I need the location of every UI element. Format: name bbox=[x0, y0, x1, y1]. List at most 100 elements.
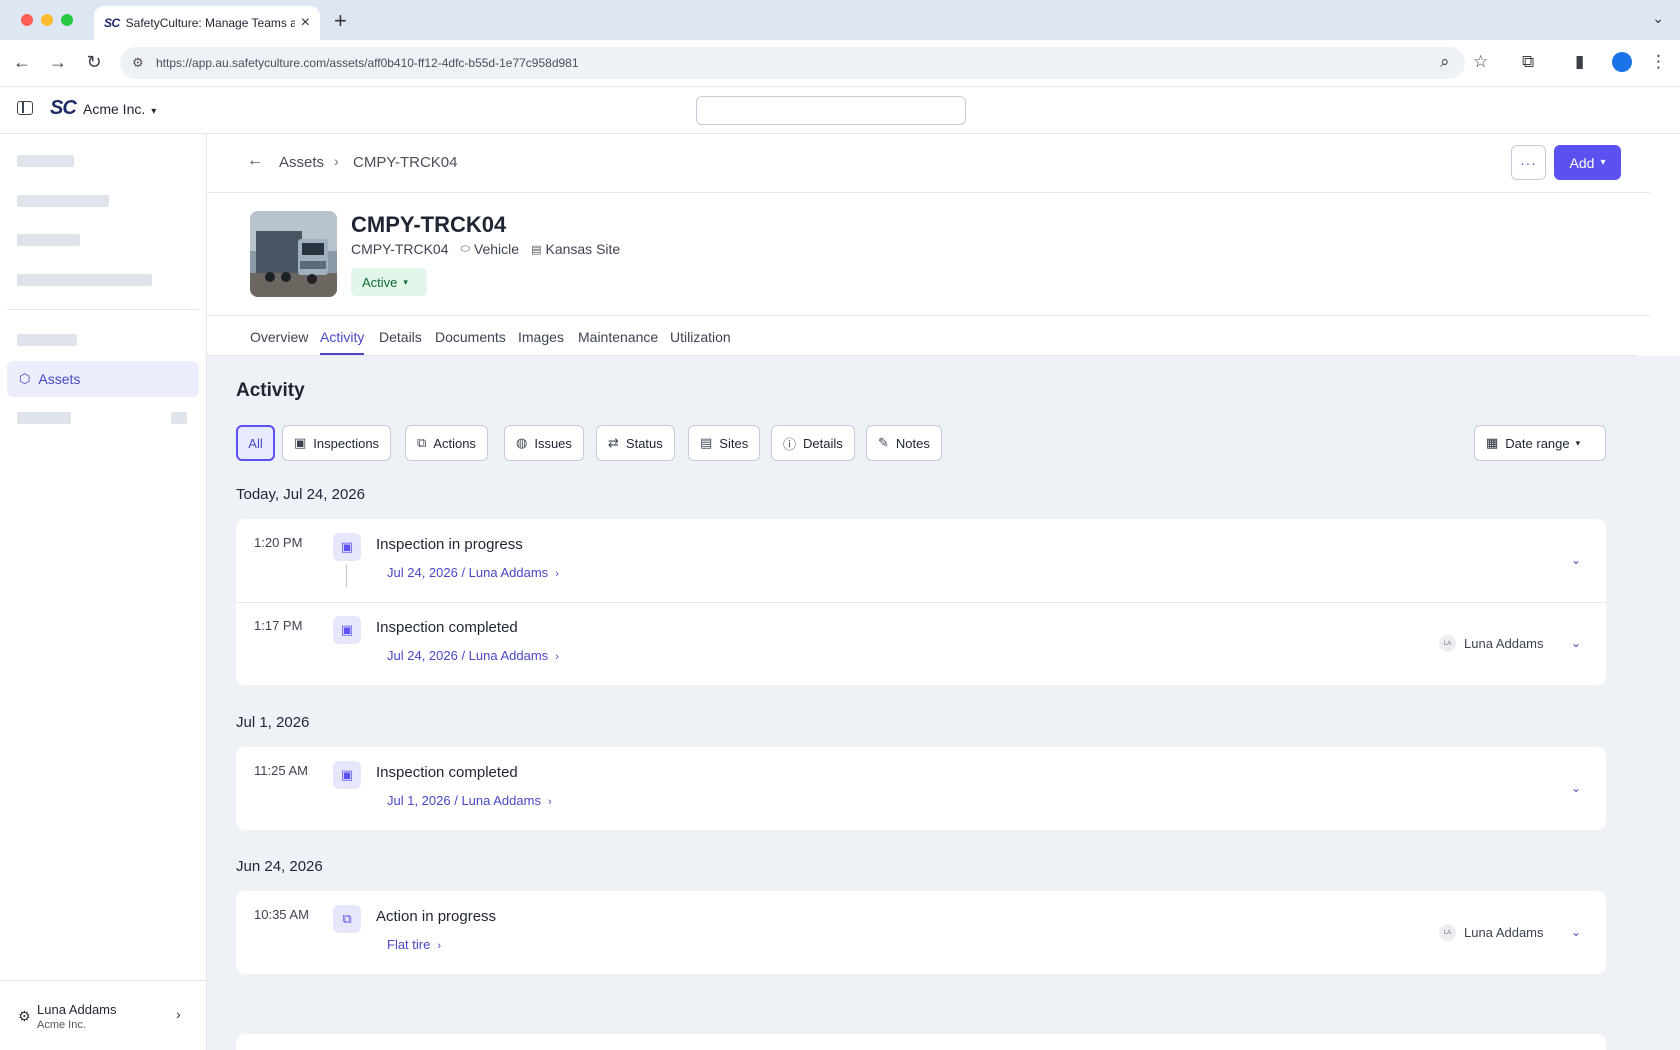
browser-tab[interactable]: SC SafetyCulture: Manage Teams and... × bbox=[94, 6, 320, 40]
sidebar-item-placeholder[interactable] bbox=[17, 195, 109, 207]
expand-chevron-icon[interactable]: ⌄ bbox=[1571, 925, 1581, 939]
tab-utilization[interactable]: Utilization bbox=[670, 329, 731, 345]
building-icon: ▤ bbox=[531, 243, 542, 256]
filter-inspections-button[interactable]: ▣ Inspections bbox=[282, 425, 392, 461]
tab-documents[interactable]: Documents bbox=[435, 329, 506, 345]
address-bar[interactable]: ⚙ https://app.au.safetyculture.com/asset… bbox=[120, 47, 1465, 79]
chevron-right-icon: › bbox=[555, 651, 559, 663]
close-tab-icon[interactable]: × bbox=[301, 14, 310, 32]
add-button-label: Add bbox=[1569, 154, 1595, 171]
activity-row[interactable]: 10:35 AM ⧉ Action in progress Flat tire ›… bbox=[236, 891, 1606, 974]
search-input[interactable] bbox=[696, 96, 966, 125]
filter-details-button[interactable]: ⓘ Details bbox=[771, 425, 855, 461]
back-arrow-icon[interactable]: ← bbox=[11, 52, 33, 73]
window-close-button[interactable] bbox=[21, 14, 33, 26]
user-org: Acme Inc. bbox=[37, 1019, 86, 1031]
expand-chevron-icon[interactable]: ⌄ bbox=[1571, 781, 1581, 795]
filter-label: Inspections bbox=[313, 435, 380, 451]
breadcrumb-current: CMPY-TRCK04 bbox=[353, 154, 458, 171]
asset-tabs: Overview Activity Details Documents Imag… bbox=[207, 316, 1637, 356]
new-tab-icon[interactable]: + bbox=[334, 8, 347, 34]
status-label: Active bbox=[362, 274, 398, 290]
activity-row[interactable]: 1:20 PM ▣ Inspection in progress Jul 24,… bbox=[236, 519, 1606, 602]
activity-link[interactable]: Flat tire › bbox=[387, 937, 441, 952]
tab-maintenance[interactable]: Maintenance bbox=[578, 329, 658, 345]
breadcrumb-assets-link[interactable]: Assets bbox=[279, 154, 324, 171]
asset-title: CMPY-TRCK04 bbox=[351, 212, 507, 237]
activity-link[interactable]: Jul 1, 2026 / Luna Addams › bbox=[387, 793, 552, 808]
tab-images[interactable]: Images bbox=[518, 329, 564, 345]
filter-all-button[interactable]: All bbox=[236, 425, 275, 461]
asset-image[interactable] bbox=[250, 211, 337, 297]
filter-actions-button[interactable]: ⧉ Actions bbox=[405, 425, 488, 461]
activity-title: Inspection completed bbox=[376, 764, 518, 781]
sidebar-item-placeholder[interactable] bbox=[17, 274, 152, 286]
sidebar-user-menu[interactable]: ⚙ Luna Addams Acme Inc. › bbox=[0, 980, 206, 1050]
activity-row[interactable]: 11:25 AM ▣ Inspection completed Jul 1, 2… bbox=[236, 747, 1606, 830]
issue-icon: ◍ bbox=[516, 435, 528, 450]
reload-icon[interactable]: ↻ bbox=[83, 52, 105, 73]
more-options-button[interactable]: ··· bbox=[1511, 145, 1546, 180]
zoom-icon[interactable]: ⌕ bbox=[1440, 52, 1450, 72]
window-minimize-button[interactable] bbox=[41, 14, 53, 26]
tab-details[interactable]: Details bbox=[379, 329, 422, 345]
activity-time: 11:25 AM bbox=[254, 763, 308, 778]
actions-icon: ⧉ bbox=[333, 905, 361, 933]
sidebar-item-placeholder[interactable] bbox=[17, 412, 71, 424]
extensions-icon[interactable]: ⧉ bbox=[1522, 52, 1534, 72]
tab-search-chevron-icon[interactable]: ⌄ bbox=[1652, 10, 1664, 27]
activity-time: 1:17 PM bbox=[254, 618, 303, 633]
date-range-dropdown[interactable]: ▦ Date range ▾ bbox=[1474, 425, 1606, 461]
sidebar-item-placeholder[interactable] bbox=[17, 155, 74, 167]
site-info-icon[interactable]: ⚙ bbox=[132, 55, 144, 71]
app-header: SC Acme Inc. ▾ bbox=[0, 87, 1680, 134]
back-arrow-icon[interactable]: ← bbox=[247, 152, 263, 170]
side-panel-icon[interactable]: ▮ bbox=[1575, 52, 1584, 72]
filter-notes-button[interactable]: ✎ Notes bbox=[866, 425, 942, 461]
chevron-right-icon: › bbox=[555, 568, 559, 580]
bookmark-star-icon[interactable]: ☆ bbox=[1473, 52, 1488, 72]
window-maximize-button[interactable] bbox=[61, 14, 73, 26]
profile-avatar-icon[interactable] bbox=[1612, 52, 1632, 72]
tab-overview[interactable]: Overview bbox=[250, 329, 308, 345]
filter-status-button[interactable]: ⇄ Status bbox=[596, 425, 675, 461]
filter-label: Sites bbox=[719, 435, 749, 451]
active-tab-indicator bbox=[320, 353, 364, 355]
activity-card: 11:25 AM ▣ Inspection completed Jul 1, 2… bbox=[236, 747, 1606, 830]
sidebar-toggle-icon[interactable] bbox=[17, 101, 33, 115]
expand-chevron-icon[interactable]: ⌄ bbox=[1571, 553, 1581, 567]
filter-issues-button[interactable]: ◍ Issues bbox=[504, 425, 584, 461]
sidebar-divider bbox=[7, 309, 199, 310]
filter-sites-button[interactable]: ▤ Sites bbox=[688, 425, 761, 461]
activity-user-name: Luna Addams bbox=[1464, 925, 1544, 940]
clipboard-icon: ▣ bbox=[333, 616, 361, 644]
expand-chevron-icon[interactable]: ⌄ bbox=[1571, 636, 1581, 650]
forward-arrow-icon[interactable]: → bbox=[47, 52, 69, 73]
sidebar-item-placeholder[interactable] bbox=[17, 234, 80, 246]
breadcrumb: ← Assets › CMPY-TRCK04 ··· Add ▾ bbox=[207, 134, 1650, 193]
sidebar-item-placeholder[interactable] bbox=[17, 334, 77, 346]
truck-photo bbox=[250, 211, 337, 297]
activity-time: 1:20 PM bbox=[254, 535, 303, 550]
user-name: Luna Addams bbox=[37, 1002, 117, 1017]
sidebar-item-assets[interactable]: ⬡ Assets bbox=[7, 361, 199, 397]
asset-type: Vehicle bbox=[473, 241, 520, 257]
building-icon: ▤ bbox=[700, 435, 713, 450]
activity-link[interactable]: Jul 24, 2026 / Luna Addams › bbox=[387, 648, 559, 663]
date-range-label: Date range bbox=[1505, 435, 1570, 451]
activity-link[interactable]: Jul 24, 2026 / Luna Addams › bbox=[387, 565, 559, 580]
tab-activity[interactable]: Activity bbox=[320, 329, 364, 345]
status-dropdown[interactable]: Active ▾ bbox=[351, 268, 427, 296]
info-icon: ⓘ bbox=[783, 436, 797, 452]
chevron-right-icon: › bbox=[437, 940, 442, 952]
timeline-connector bbox=[346, 565, 347, 587]
activity-title: Inspection in progress bbox=[376, 536, 523, 553]
calendar-icon: ▦ bbox=[1486, 435, 1499, 450]
asset-meta: CMPY-TRCK04 ⬭ Vehicle ▤ Kansas Site bbox=[351, 241, 620, 257]
activity-row[interactable]: 1:17 PM ▣ Inspection completed Jul 24, 2… bbox=[236, 602, 1606, 685]
org-switcher[interactable]: Acme Inc. ▾ bbox=[83, 101, 156, 117]
add-button[interactable]: Add ▾ bbox=[1554, 145, 1621, 180]
browser-menu-icon[interactable]: ⋮ bbox=[1650, 52, 1667, 72]
sidebar: ⬡ Assets ⚙ Luna Addams Acme Inc. › bbox=[0, 134, 207, 1050]
filter-label: Notes bbox=[895, 435, 930, 451]
